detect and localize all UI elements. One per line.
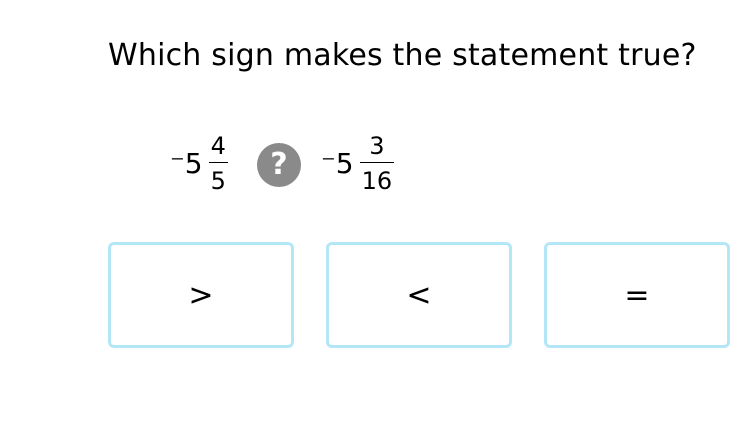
left-whole: ⁻5 (170, 146, 203, 180)
comparison-expression: ⁻5 4 5 ? ⁻5 3 16 (0, 0, 756, 240)
right-fraction: 3 16 (359, 132, 395, 195)
choice-label: > (188, 277, 214, 313)
left-denominator: 5 (210, 167, 226, 195)
choice-less-than-button[interactable]: < (326, 242, 512, 348)
left-numerator: 4 (210, 132, 226, 160)
choice-label: = (624, 277, 650, 313)
left-fraction: 4 5 (208, 132, 228, 195)
choice-equals-button[interactable]: = (544, 242, 730, 348)
question-mark-icon: ? (257, 143, 301, 187)
left-mixed-number: ⁻5 4 5 (170, 134, 228, 193)
choice-greater-than-button[interactable]: > (108, 242, 294, 348)
right-denominator: 16 (361, 167, 393, 195)
choice-label: < (406, 277, 432, 313)
right-whole: ⁻5 (321, 146, 354, 180)
right-mixed-number: ⁻5 3 16 (321, 132, 395, 195)
right-numerator: 3 (369, 132, 385, 160)
